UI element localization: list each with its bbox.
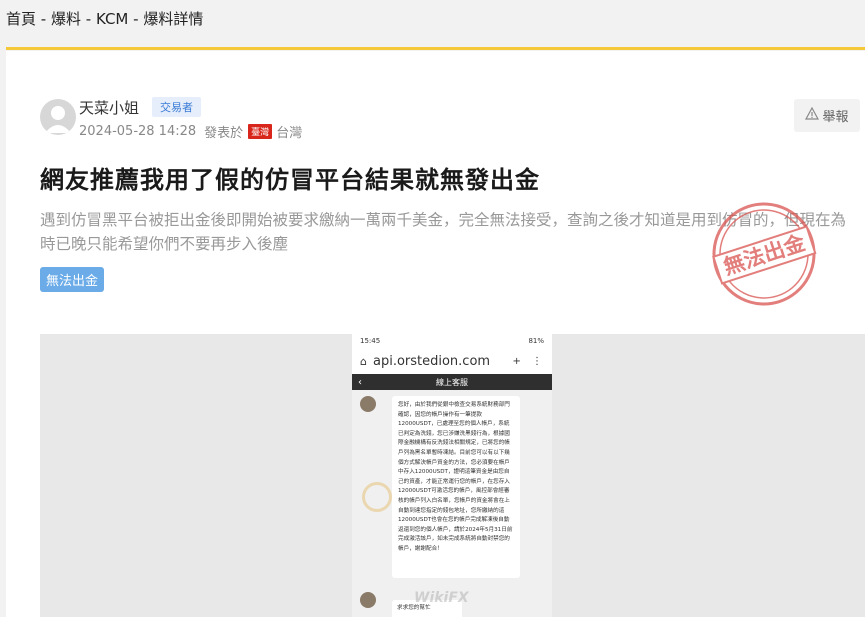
report-button[interactable]: 舉報 [794, 99, 860, 132]
phone-status-bar: 15:45 81% [352, 334, 552, 348]
chat-body: 您好，由於我們從銀中檢查交易系統財務部門確認，因您的帳戶操作有一筆提款12000… [352, 390, 552, 617]
header-divider [6, 47, 865, 50]
taiwan-flag-icon: 臺灣 [248, 124, 273, 139]
watermark-logo-icon [362, 482, 392, 512]
status-time: 15:45 [360, 337, 381, 345]
posted-label: 發表於 [204, 126, 244, 141]
chat-avatar [360, 396, 376, 412]
stamp-text: 無法出金 [721, 230, 809, 279]
chat-title: 線上客服 [436, 377, 468, 387]
browser-menu-icon: + ⋮ [512, 355, 546, 367]
avatar[interactable] [40, 99, 76, 135]
breadcrumb-current: 爆料詳情 [143, 10, 204, 28]
browser-url-bar: ⌂ api.orstedion.com + ⋮ [352, 350, 552, 372]
category-tag[interactable]: 無法出金 [40, 267, 105, 292]
post-title: 網友推薦我用了假的仿冒平台結果就無發出金 [40, 166, 540, 194]
home-icon: ⌂ [360, 354, 367, 368]
breadcrumb: 首頁 - 爆料 - KCM - 爆料詳情 [6, 10, 204, 28]
chat-header: ‹ 線上客服 [352, 374, 552, 390]
status-battery: 81% [528, 337, 544, 345]
screenshot-image[interactable]: 15:45 81% ⌂ api.orstedion.com + ⋮ ‹ 線上客服… [40, 334, 865, 617]
chat-avatar [360, 592, 376, 608]
breadcrumb-broker[interactable]: KCM [96, 10, 128, 28]
breadcrumb-home[interactable]: 首頁 [6, 10, 36, 28]
chat-message: 您好，由於我們從銀中檢查交易系統財務部門確認，因您的帳戶操作有一筆提款12000… [392, 396, 520, 578]
post-region: 台灣 [276, 126, 303, 141]
breadcrumb-exposure[interactable]: 爆料 [51, 10, 81, 28]
watermark: WikiFX [414, 590, 469, 606]
report-label: 舉報 [822, 110, 849, 125]
post-meta: 2024-05-28 14:28 發表於 臺灣 台灣 [79, 122, 302, 141]
post-date: 2024-05-28 14:28 [79, 124, 197, 139]
role-badge: 交易者 [152, 97, 201, 117]
author-name[interactable]: 天菜小姐 [79, 97, 139, 118]
phone-screenshot: 15:45 81% ⌂ api.orstedion.com + ⋮ ‹ 線上客服… [352, 334, 552, 617]
back-icon: ‹ [358, 376, 362, 388]
warning-icon [805, 106, 820, 124]
browser-url: api.orstedion.com [372, 353, 491, 369]
post-card: 天菜小姐 交易者 2024-05-28 14:28 發表於 臺灣 台灣 舉報 網… [6, 51, 865, 617]
withdrawal-failed-stamp: 無法出金 [712, 202, 817, 306]
